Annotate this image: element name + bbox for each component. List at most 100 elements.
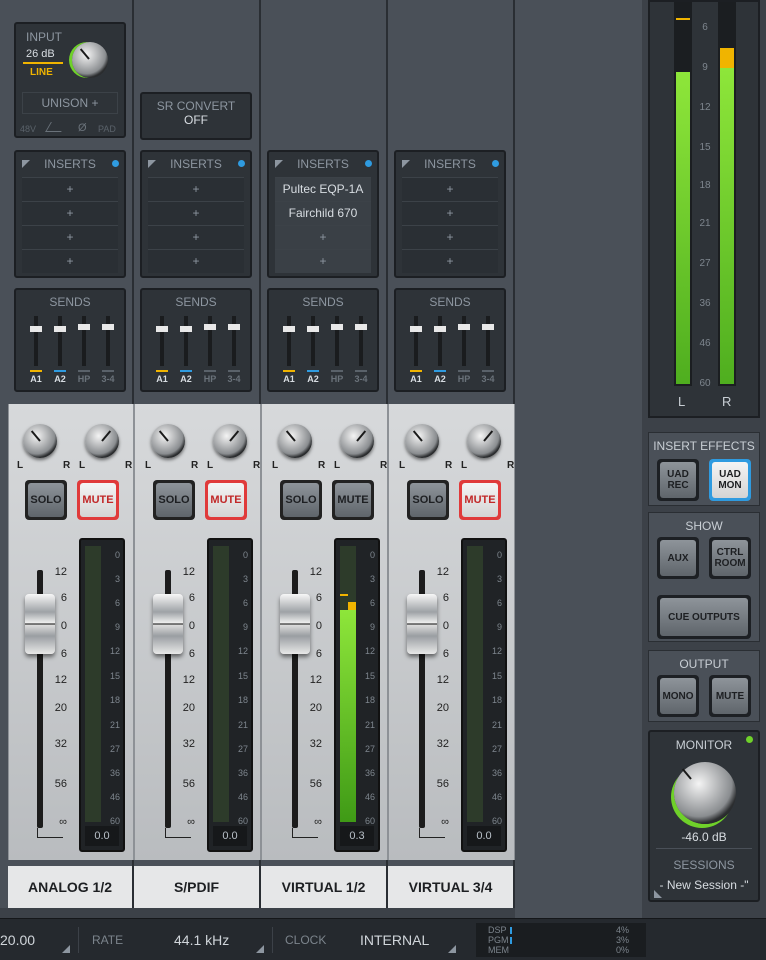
sr-convert-panel[interactable]: SR CONVERT OFF [140, 92, 252, 140]
insert-slot[interactable]: Fairchild 670 [275, 201, 371, 225]
sends-title: SENDS [175, 295, 217, 309]
send-fader-handle[interactable] [30, 326, 42, 332]
pan-left-knob[interactable] [278, 424, 312, 458]
send-fader-handle[interactable] [204, 324, 216, 330]
lowcut-icon[interactable] [45, 122, 67, 132]
send-fader-handle[interactable] [355, 324, 367, 330]
send-fader-handle[interactable] [307, 326, 319, 332]
send-label: 3-4 [227, 374, 241, 384]
preamp-gain-knob[interactable] [72, 42, 108, 78]
input-type-label[interactable]: LINE [30, 67, 53, 78]
send-fader-track [287, 316, 291, 366]
send-fader-handle[interactable] [156, 326, 168, 332]
inserts-status-led [365, 160, 372, 167]
insert-slot[interactable]: + [148, 249, 244, 273]
insert-slot[interactable]: + [275, 249, 371, 273]
meter-peak-value[interactable]: 0.0 [467, 826, 501, 846]
status-bar: 20.00 RATE 44.1 kHz CLOCK INTERNAL DSP P… [0, 918, 766, 960]
insert-slot[interactable]: + [402, 177, 498, 201]
cue-outputs-button[interactable]: CUE OUTPUTS [657, 595, 751, 639]
meter-scale-label: 60 [237, 816, 248, 826]
pan-right-knob[interactable] [85, 424, 119, 458]
pan-right-knob[interactable] [340, 424, 374, 458]
inserts-title: INSERTS [170, 157, 222, 171]
solo-button[interactable]: SOLO [280, 480, 322, 520]
rate-value[interactable]: 44.1 kHz [174, 932, 229, 948]
send-fader-handle[interactable] [78, 324, 90, 330]
uad-rec-button[interactable]: UAD REC [657, 459, 699, 501]
buffer-value[interactable]: 20.00 [0, 932, 35, 948]
inserts-menu-icon[interactable] [22, 160, 30, 168]
insert-slot[interactable]: + [22, 201, 118, 225]
send-fader-handle[interactable] [54, 326, 66, 332]
monitor-level-knob[interactable] [674, 762, 736, 824]
fader-scale-label: 6 [188, 648, 195, 660]
fader-scale-label: 12 [309, 674, 322, 686]
send-fader-handle[interactable] [228, 324, 240, 330]
48v-button[interactable]: 48V [20, 124, 36, 134]
mono-button[interactable]: MONO [657, 675, 699, 717]
mute-button[interactable]: MUTE [459, 480, 501, 520]
send-label: HP [203, 374, 217, 384]
aux-button[interactable]: AUX [657, 537, 699, 579]
solo-button[interactable]: SOLO [25, 480, 67, 520]
fader-scale-label: 32 [309, 738, 322, 750]
insert-slot[interactable]: + [402, 249, 498, 273]
send-fader-handle[interactable] [180, 326, 192, 332]
monitor-led [746, 736, 753, 743]
send-fader-handle[interactable] [410, 326, 422, 332]
channel-name[interactable]: VIRTUAL 3/4 [388, 866, 513, 908]
send-fader-handle[interactable] [458, 324, 470, 330]
inserts-panel: INSERTS + + + + [394, 150, 506, 278]
insert-slot[interactable]: + [148, 225, 244, 249]
clock-value[interactable]: INTERNAL [360, 932, 429, 948]
send-fader-handle[interactable] [102, 324, 114, 330]
unison-button[interactable]: UNISON + [22, 92, 118, 114]
insert-slot[interactable]: + [22, 225, 118, 249]
output-mute-button[interactable]: MUTE [709, 675, 751, 717]
channel-name[interactable]: VIRTUAL 1/2 [261, 866, 386, 908]
meter-peak-value[interactable]: 0.0 [85, 826, 119, 846]
fader-scale-label: 6 [60, 592, 67, 604]
inserts-menu-icon[interactable] [275, 160, 283, 168]
inserts-menu-icon[interactable] [148, 160, 156, 168]
send-fader-handle[interactable] [331, 324, 343, 330]
session-select[interactable]: - New Session -" [650, 878, 758, 892]
phase-icon[interactable]: Ø [78, 122, 87, 134]
pan-left-knob[interactable] [151, 424, 185, 458]
send-indicator [482, 370, 494, 372]
insert-slot[interactable]: + [402, 225, 498, 249]
insert-slot[interactable]: + [275, 225, 371, 249]
insert-slot[interactable]: + [22, 177, 118, 201]
channel-name[interactable]: S/PDIF [134, 866, 259, 908]
pan-left-knob[interactable] [23, 424, 57, 458]
pan-right-knob[interactable] [467, 424, 501, 458]
insert-slot[interactable]: Pultec EQP-1A [275, 177, 371, 201]
mute-button[interactable]: MUTE [205, 480, 247, 520]
ctrl-room-button[interactable]: CTRL ROOM [709, 537, 751, 579]
pan-left-knob[interactable] [405, 424, 439, 458]
input-label: INPUT [26, 30, 62, 44]
insert-slot[interactable]: + [402, 201, 498, 225]
meter-scale-label: 46 [237, 792, 248, 802]
solo-button[interactable]: SOLO [407, 480, 449, 520]
send-fader-handle[interactable] [434, 326, 446, 332]
meter-peak-value[interactable]: 0.3 [340, 826, 374, 846]
send-label: A2 [434, 374, 446, 384]
meter-peak-value[interactable]: 0.0 [213, 826, 247, 846]
channel-name[interactable]: ANALOG 1/2 [8, 866, 132, 908]
pad-button[interactable]: PAD [98, 124, 116, 134]
solo-button[interactable]: SOLO [153, 480, 195, 520]
insert-slot[interactable]: + [22, 249, 118, 273]
pan-right-knob[interactable] [213, 424, 247, 458]
uad-mon-button[interactable]: UAD MON [709, 459, 751, 501]
inserts-menu-icon[interactable] [402, 160, 410, 168]
master-scale-label: 18 [699, 180, 711, 191]
mute-button[interactable]: MUTE [332, 480, 374, 520]
mute-button[interactable]: MUTE [77, 480, 119, 520]
insert-slot[interactable]: + [148, 177, 244, 201]
send-fader-handle[interactable] [283, 326, 295, 332]
insert-slot[interactable]: + [148, 201, 244, 225]
send-fader-handle[interactable] [482, 324, 494, 330]
meter-scale-label: 15 [237, 671, 248, 681]
